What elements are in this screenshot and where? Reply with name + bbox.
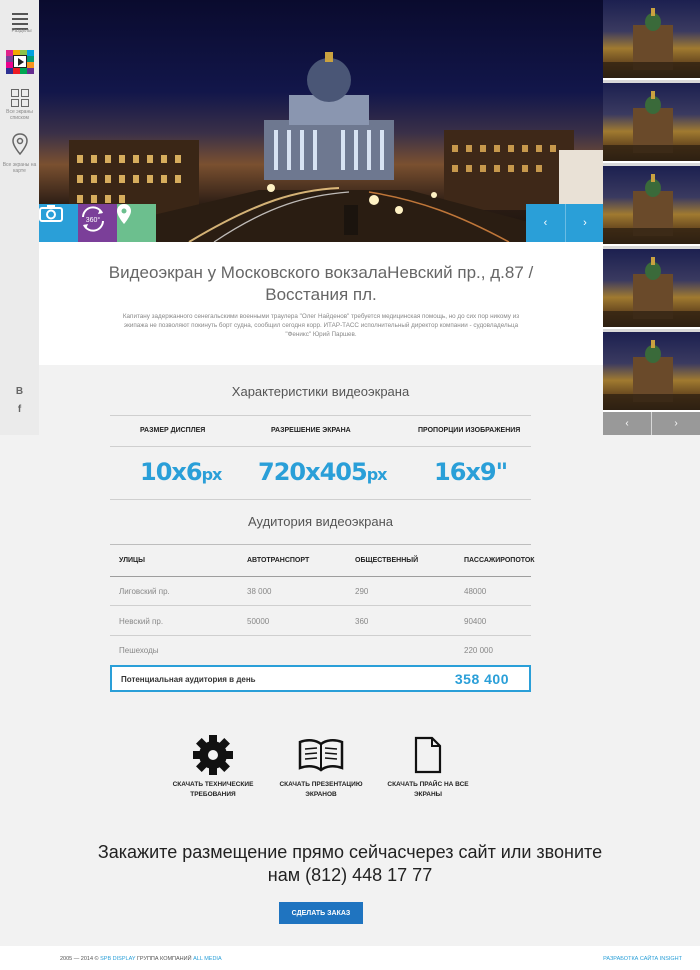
chevron-right-icon: ›: [674, 418, 678, 429]
table-header: АВТОТРАНСПОРТ: [247, 557, 310, 564]
menu-label: Разделы: [11, 28, 32, 34]
list-view-label: Все экраны списком: [6, 109, 33, 121]
thumbs-prev-button[interactable]: ‹: [603, 412, 651, 435]
map-view-button[interactable]: Все экраны на карте: [0, 133, 39, 174]
group-link[interactable]: ALL MEDIA: [193, 956, 222, 962]
divider: [110, 415, 531, 416]
order-button[interactable]: СДЕЛАТЬ ЗАКАЗ: [279, 902, 363, 924]
footer: 2005 — 2014 © SPB DISPLAY ГРУППА КОМПАНИ…: [0, 946, 700, 970]
download-label: СКАЧАТЬ ТЕХНИЧЕСКИЕ ТРЕБОВАНИЯ: [172, 781, 254, 798]
map-pin-outline-icon: [11, 133, 28, 156]
hero-next-button[interactable]: ›: [565, 204, 603, 242]
color-logo-icon: [5, 50, 34, 74]
table-cell: Лиговский пр.: [119, 587, 170, 596]
book-icon: [298, 739, 344, 772]
thumbnail[interactable]: [603, 83, 700, 163]
map-view-label: Все экраны на карте: [2, 162, 37, 174]
camera-icon: [39, 205, 63, 222]
divider: [110, 605, 531, 606]
table-cell: 50000: [247, 617, 270, 626]
table-header: ОБЩЕСТВЕННЫЙ: [355, 557, 419, 564]
developer-link[interactable]: РАЗРАБОТКА САЙТА INSIGHT: [603, 956, 682, 962]
document-icon: [414, 736, 442, 774]
map-pin-icon: [117, 204, 131, 224]
play-icon: [12, 55, 27, 68]
panorama-label: 360°: [86, 216, 101, 224]
download-tech-requirements[interactable]: СКАЧАТЬ ТЕХНИЧЕСКИЕ ТРЕБОВАНИЯ: [171, 733, 255, 800]
divider: [110, 635, 531, 636]
spec-label: ПРОПОРЦИИ ИЗОБРАЖЕНИЯ: [418, 427, 521, 434]
table-cell: 90400: [464, 617, 487, 626]
logo[interactable]: [0, 50, 39, 74]
spec-label: РАЗРЕШЕНИЕ ЭКРАНА: [271, 427, 351, 434]
table-cell: 290: [355, 587, 369, 596]
download-presentation[interactable]: СКАЧАТЬ ПРЕЗЕНТАЦИЮ ЭКРАНОВ: [279, 733, 363, 800]
specs-heading: Характеристики видеоэкрана: [231, 384, 410, 399]
panorama-button[interactable]: 360°: [78, 204, 117, 242]
divider: [110, 544, 531, 545]
table-cell: Пешеходы: [119, 646, 159, 655]
download-label: СКАЧАТЬ ПРАЙС НА ВСЕ ЭКРАНЫ: [387, 781, 469, 798]
gear-icon: [193, 735, 233, 775]
photo-button[interactable]: [39, 204, 78, 242]
left-sidebar: Разделы Все экраны списком Все экраны на…: [0, 0, 39, 435]
divider: [110, 446, 531, 447]
thumbnail-photo: [603, 174, 700, 244]
aspect-ratio-value: 16x9": [434, 458, 508, 486]
table-cell: 38 000: [247, 587, 272, 596]
download-price[interactable]: СКАЧАТЬ ПРАЙС НА ВСЕ ЭКРАНЫ: [386, 733, 470, 800]
thumbnail[interactable]: [603, 0, 700, 80]
thumbnail-photo: [603, 340, 700, 410]
table-cell: 360: [355, 617, 369, 626]
chevron-right-icon: ›: [583, 217, 587, 229]
total-label: Потенциальная аудитория в день: [121, 675, 256, 684]
total-audience-row: Потенциальная аудитория в день 358 400: [110, 665, 531, 692]
grid-icon: [10, 89, 29, 107]
panorama-360-icon: 360°: [82, 206, 104, 232]
audience-heading: Аудитория видеоэкрана: [247, 514, 394, 529]
chevron-left-icon: ‹: [625, 418, 629, 429]
divider: [110, 499, 531, 500]
thumbnail-photo: [603, 8, 700, 78]
thumbnail[interactable]: [603, 166, 700, 246]
brand-link[interactable]: SPB DISPLAY: [100, 956, 135, 962]
thumbnail-photo: [603, 257, 700, 327]
list-view-button[interactable]: Все экраны списком: [0, 89, 39, 121]
screen-description: Капитану задержанного сенегальскими воен…: [122, 313, 520, 338]
table-cell: 220 000: [464, 646, 493, 655]
total-value: 358 400: [454, 671, 509, 687]
resolution-value: 720x405px: [258, 458, 387, 486]
chevron-left-icon: ‹: [543, 217, 548, 229]
display-size-value: 10x6px: [140, 458, 222, 486]
call-to-action-text: Закажите размещение прямо сейчасчерез са…: [97, 842, 603, 885]
vk-link[interactable]: B: [0, 386, 39, 397]
hamburger-icon: [0, 13, 39, 25]
thumbnail-photo: [603, 91, 700, 161]
table-header: УЛИЦЫ: [119, 557, 145, 564]
facebook-link[interactable]: f: [0, 404, 39, 415]
thumbnail-strip: ‹ ›: [603, 0, 700, 435]
spec-label: РАЗМЕР ДИСПЛЕЯ: [140, 427, 206, 434]
copyright: 2005 — 2014 © SPB DISPLAY ГРУППА КОМПАНИ…: [60, 956, 222, 962]
thumbnail[interactable]: [603, 249, 700, 329]
location-button[interactable]: [117, 204, 156, 242]
page-title: Видеоэкран у Московского вокзалаНевский …: [108, 263, 534, 304]
table-header: ПАССАЖИРОПОТОК: [464, 557, 535, 564]
hero-image: 360° ‹ ›: [39, 0, 603, 242]
divider: [110, 576, 531, 577]
download-label: СКАЧАТЬ ПРЕЗЕНТАЦИЮ ЭКРАНОВ: [279, 781, 363, 798]
screen-info: Видеоэкран у Московского вокзалаНевский …: [39, 242, 603, 365]
hero-prev-button[interactable]: ‹: [526, 204, 565, 242]
table-cell: 48000: [464, 587, 487, 596]
table-cell: Невский пр.: [119, 617, 164, 626]
thumbs-next-button[interactable]: ›: [652, 412, 700, 435]
menu-button[interactable]: Разделы: [0, 10, 39, 34]
thumbnail[interactable]: [603, 332, 700, 412]
